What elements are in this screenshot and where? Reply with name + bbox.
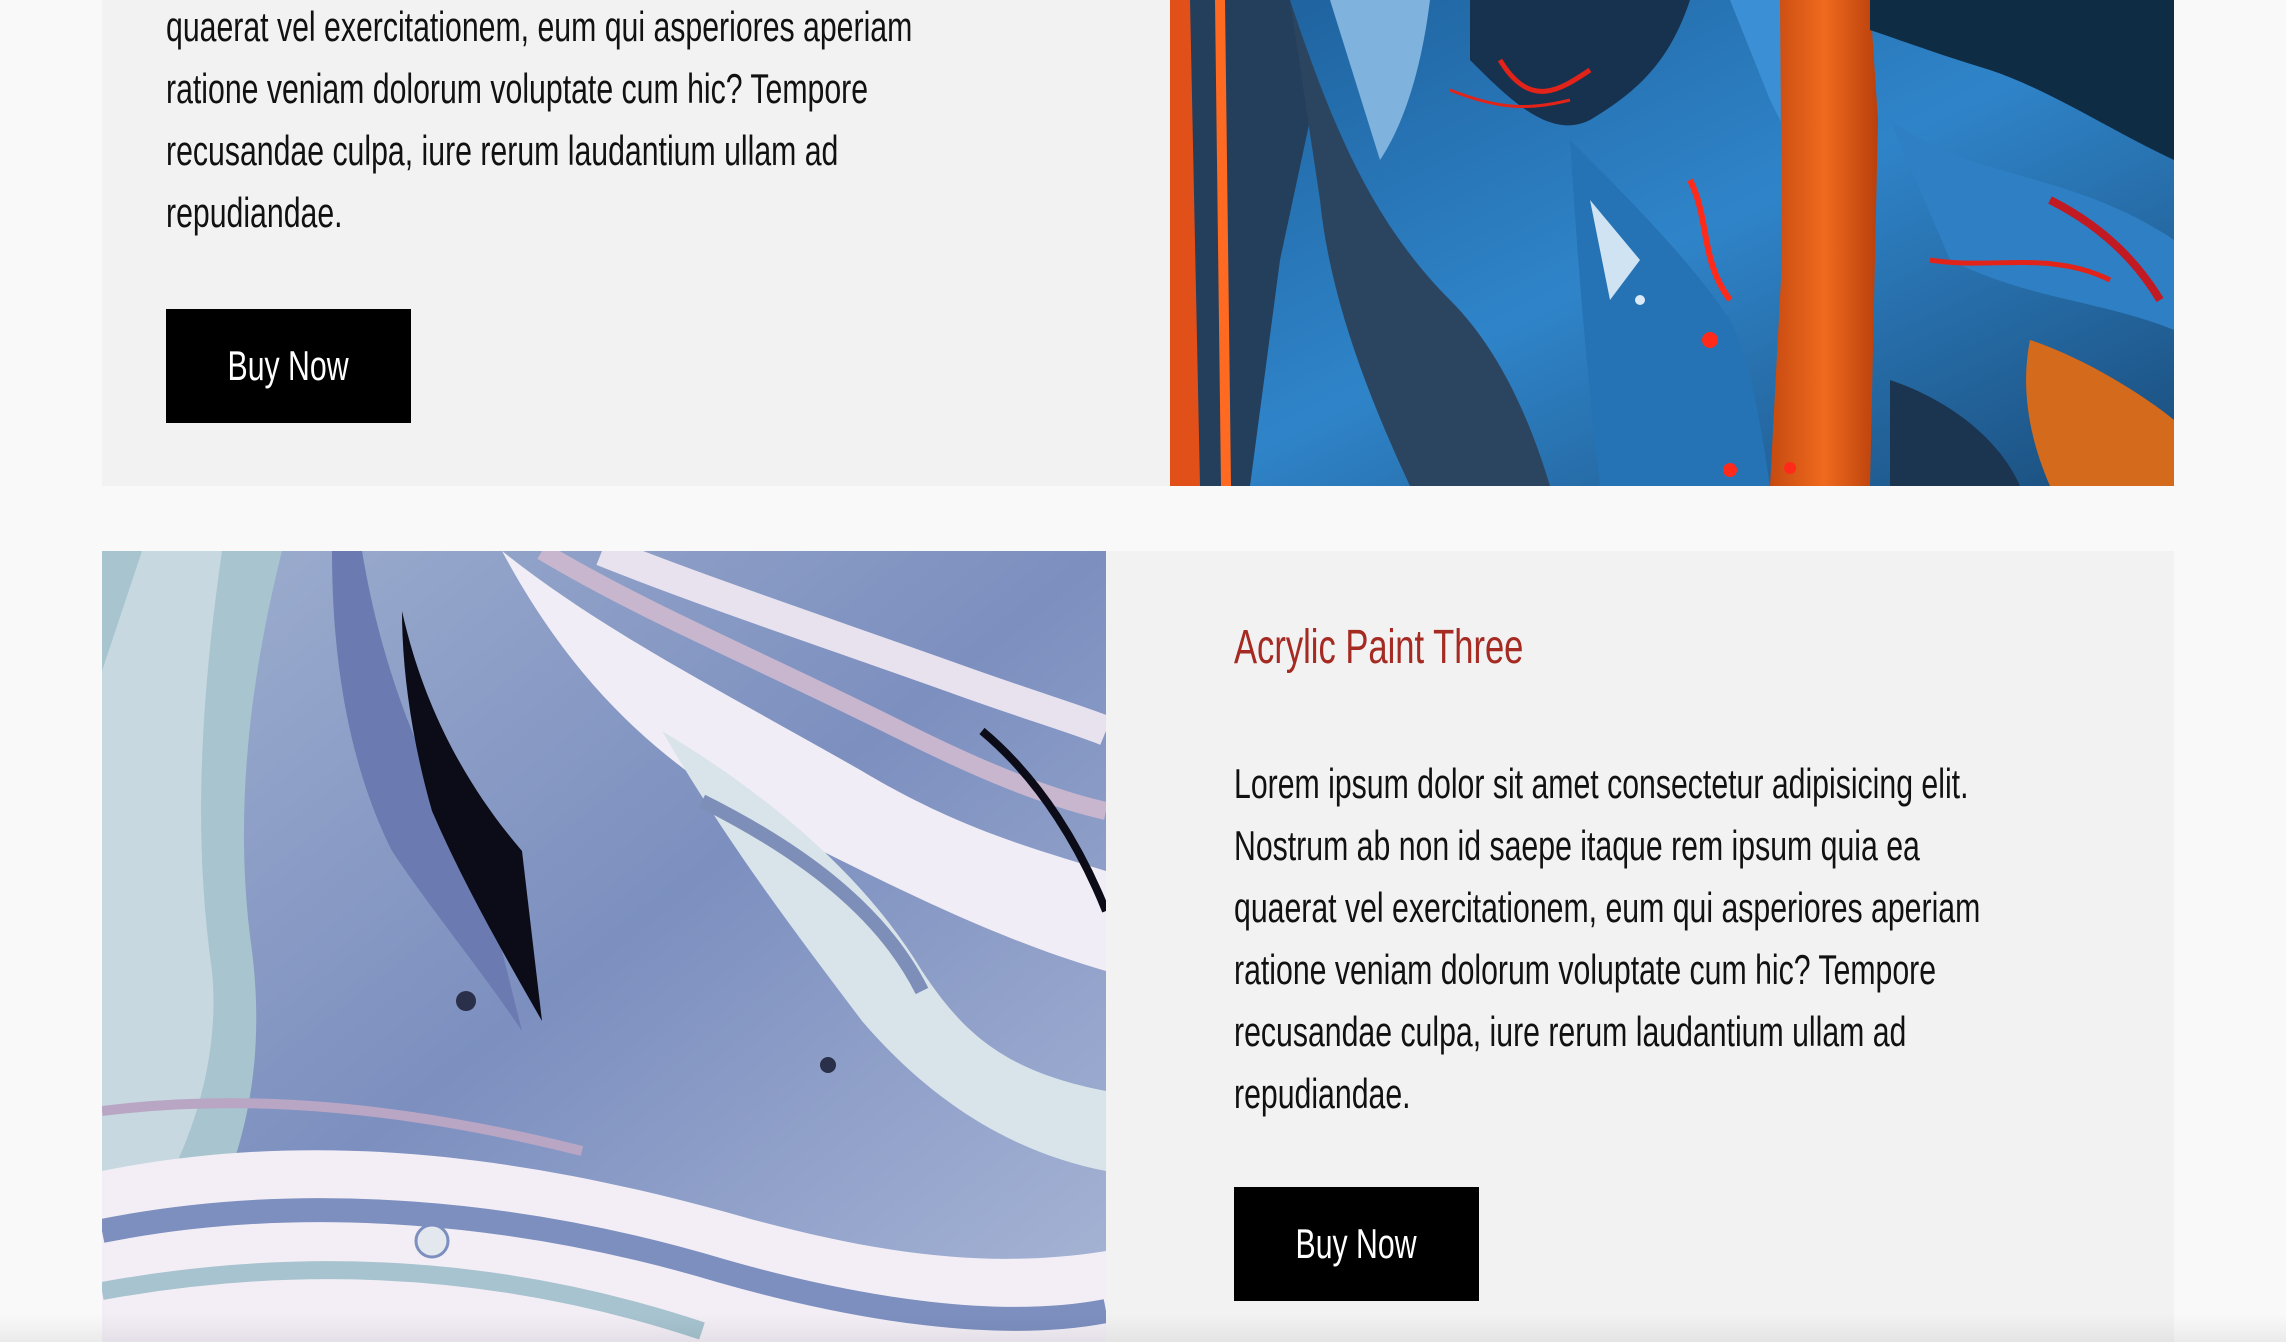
- product-title: Acrylic Paint Three: [1234, 621, 1524, 674]
- product-description: Lorem ipsum dolor sit amet consectetur a…: [1234, 753, 2098, 1125]
- buy-now-label: Buy Now: [227, 342, 350, 389]
- buy-now-label: Buy Now: [1295, 1220, 1418, 1267]
- buy-now-button[interactable]: Buy Now: [166, 309, 411, 423]
- description-line: ratione veniam dolorum voluptate cum hic…: [1234, 946, 1937, 993]
- marbled-paint-lavender-image: [102, 551, 1106, 1342]
- description-line: recusandae culpa, iure rerum laudantium …: [166, 127, 839, 174]
- description-line: Nostrum ab non id saepe itaque rem ipsum…: [1234, 822, 1920, 869]
- buy-now-button[interactable]: Buy Now: [1234, 1187, 1479, 1301]
- product-description: quaerat vel exercitationem, eum qui aspe…: [166, 0, 1030, 244]
- description-line: quaerat vel exercitationem, eum qui aspe…: [1234, 884, 1981, 931]
- description-line: repudiandae.: [166, 189, 343, 236]
- abstract-painting-blue-orange-image: [1170, 0, 2174, 486]
- description-line: quaerat vel exercitationem, eum qui aspe…: [166, 3, 913, 50]
- product-card: quaerat vel exercitationem, eum qui aspe…: [102, 0, 2174, 486]
- description-line: ratione veniam dolorum voluptate cum hic…: [166, 65, 869, 112]
- description-line: Lorem ipsum dolor sit amet consectetur a…: [1234, 760, 1969, 807]
- product-card: Acrylic Paint Three Lorem ipsum dolor si…: [102, 551, 2174, 1342]
- description-line: repudiandae.: [1234, 1070, 1411, 1117]
- description-line: recusandae culpa, iure rerum laudantium …: [1234, 1008, 1907, 1055]
